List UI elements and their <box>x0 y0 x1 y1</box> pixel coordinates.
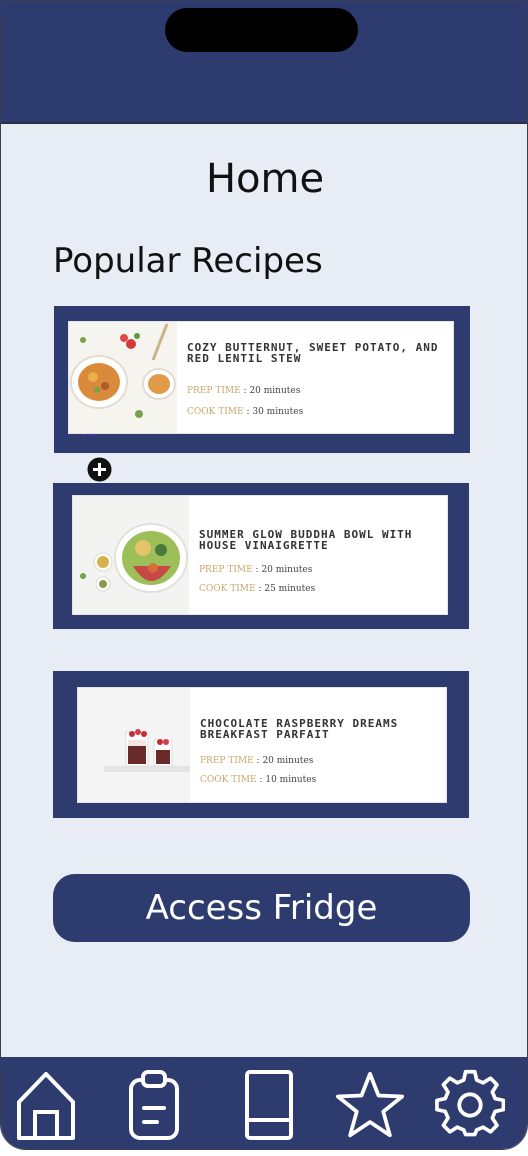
cook-time-label: COOK TIME <box>199 584 256 594</box>
tab-book[interactable] <box>233 1065 303 1145</box>
tab-settings[interactable] <box>435 1065 505 1145</box>
recipe-text-parfait: CHOCOLATE RASPBERRY DREAMS BREAKFAST PAR… <box>190 688 446 802</box>
section-title: Popular Recipes <box>53 241 323 281</box>
recipe-cook-time: COOK TIME : 30 minutes <box>187 407 453 417</box>
recipe-card-content: SUMMER GLOW BUDDHA BOWL WITH HOUSE VINAI… <box>72 495 448 615</box>
tab-favorites[interactable] <box>335 1065 405 1145</box>
more-dots[interactable]: ... <box>83 425 97 439</box>
recipe-text-stew: COZY BUTTERNUT, SWEET POTATO, AND RED LE… <box>177 322 453 433</box>
recipe-prep-time: PREP TIME : 20 minutes <box>199 565 447 575</box>
prep-time-value: : 20 minutes <box>243 386 301 396</box>
page-title: Home <box>205 156 325 202</box>
bottom-tab-bar <box>1 1057 527 1149</box>
plus-circle-icon[interactable] <box>87 457 112 482</box>
status-bar <box>1 1 527 124</box>
home-icon <box>17 1072 75 1140</box>
recipe-photo-buddha-bowl <box>73 496 189 614</box>
recipe-cook-time: COOK TIME : 25 minutes <box>199 584 447 594</box>
recipe-photo-parfait <box>78 688 190 802</box>
prep-time-value: : 20 minutes <box>255 565 313 575</box>
phone-frame: Home Popular Recipes COZY BUTTERNUT, SWE… <box>0 0 528 1150</box>
cook-time-label: COOK TIME <box>200 775 257 785</box>
recipe-text-buddha-bowl: SUMMER GLOW BUDDHA BOWL WITH HOUSE VINAI… <box>189 496 447 614</box>
recipe-name: CHOCOLATE RASPBERRY DREAMS BREAKFAST PAR… <box>200 717 399 741</box>
cook-time-value: : 25 minutes <box>258 584 316 594</box>
camera-notch <box>165 8 358 52</box>
recipe-card-content: CHOCOLATE RASPBERRY DREAMS BREAKFAST PAR… <box>77 687 447 803</box>
recipe-name: COZY BUTTERNUT, SWEET POTATO, AND RED LE… <box>187 341 439 365</box>
recipe-card-parfait[interactable]: CHOCOLATE RASPBERRY DREAMS BREAKFAST PAR… <box>53 671 469 818</box>
recipe-card-content: COZY BUTTERNUT, SWEET POTATO, AND RED LE… <box>68 321 454 434</box>
cook-time-value: : 30 minutes <box>246 407 304 417</box>
book-icon <box>245 1070 293 1140</box>
prep-time-value: : 20 minutes <box>256 756 314 766</box>
recipe-card-buddha-bowl[interactable]: SUMMER GLOW BUDDHA BOWL WITH HOUSE VINAI… <box>53 483 469 629</box>
recipe-name: SUMMER GLOW BUDDHA BOWL WITH HOUSE VINAI… <box>199 528 413 552</box>
prep-time-label: PREP TIME <box>187 386 241 396</box>
prep-time-label: PREP TIME <box>200 756 254 766</box>
tab-list[interactable] <box>119 1065 189 1145</box>
recipe-prep-time: PREP TIME : 20 minutes <box>200 756 446 766</box>
star-icon <box>335 1071 405 1138</box>
prep-time-label: PREP TIME <box>199 565 253 575</box>
recipe-cook-time: COOK TIME : 10 minutes <box>200 775 446 785</box>
gear-icon <box>435 1069 505 1137</box>
recipe-photo-stew <box>69 322 177 433</box>
cook-time-value: : 10 minutes <box>259 775 317 785</box>
cook-time-label: COOK TIME <box>187 407 244 417</box>
access-fridge-button[interactable]: Access Fridge <box>53 874 470 942</box>
clipboard-icon <box>129 1070 179 1140</box>
recipe-card-stew[interactable]: COZY BUTTERNUT, SWEET POTATO, AND RED LE… <box>54 306 470 453</box>
tab-home[interactable] <box>11 1065 81 1145</box>
recipe-prep-time: PREP TIME : 20 minutes <box>187 386 453 396</box>
